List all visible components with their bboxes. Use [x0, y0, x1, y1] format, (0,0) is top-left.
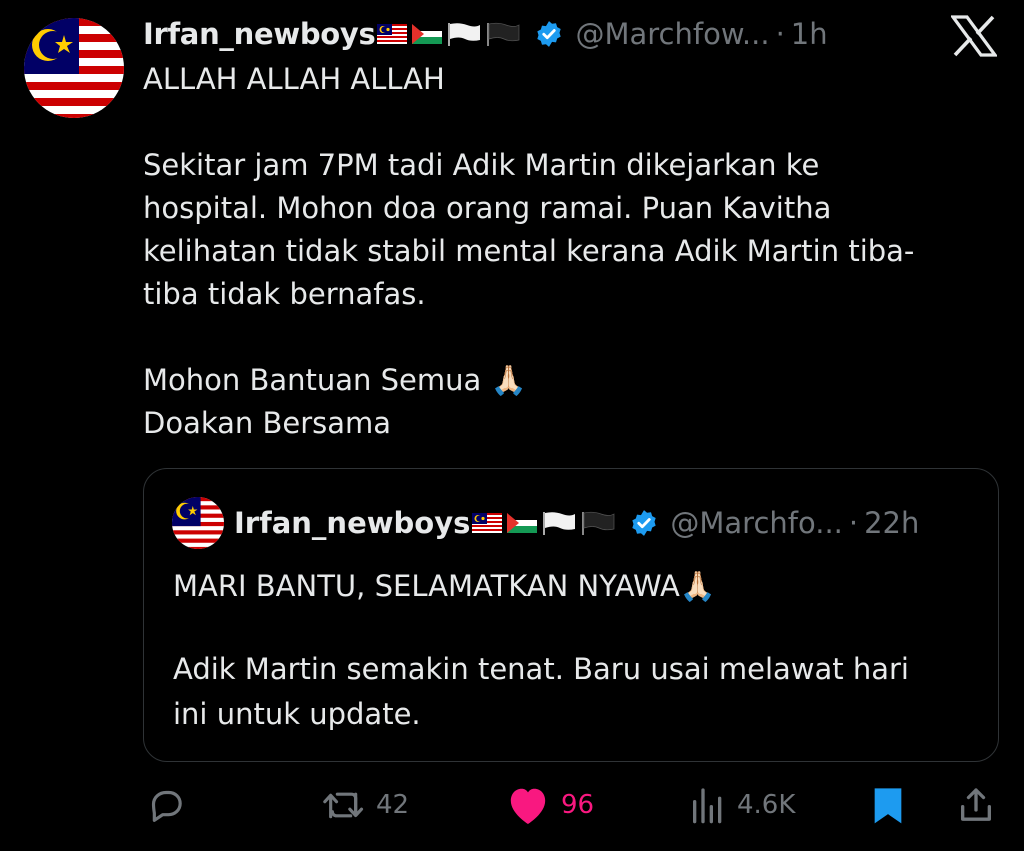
tweet-line: hospital. Mohon doa orang ramai. Puan Ka…: [143, 191, 832, 225]
bookmark-filled-icon: [874, 788, 902, 824]
tweet-line: tiba tidak bernafas.: [143, 277, 426, 311]
views-count: 4.6K: [737, 790, 796, 820]
quoted-author-name[interactable]: Irfan_newboys: [234, 506, 470, 540]
like-count: 96: [561, 790, 595, 820]
reply-icon: [151, 790, 182, 822]
author-handle[interactable]: @Marchfow...: [575, 17, 769, 51]
tweet-time[interactable]: 1h: [791, 17, 828, 51]
tweet-line: ALLAH ALLAH ALLAH: [143, 62, 445, 96]
share-button[interactable]: [957, 780, 995, 830]
white-flag-icon: [543, 512, 576, 535]
malaysia-flag-icon: [377, 24, 408, 44]
verified-badge-icon: [632, 510, 657, 536]
palestine-flag-icon: [507, 513, 538, 533]
white-flag-icon: [448, 23, 481, 46]
tweet-header: Irfan_newboys @Marchfow... · 1h: [143, 14, 828, 54]
quoted-tweet-body: MARI BANTU, SELAMATKAN NYAWA🙏🏻 Adik Mart…: [173, 564, 973, 737]
tweet-body: ALLAH ALLAH ALLAH Sekitar jam 7PM tadi A…: [143, 58, 983, 445]
separator-dot: ·: [848, 506, 859, 540]
quoted-tweet-card[interactable]: Irfan_newboys @Marchfo... · 22h MARI BAN…: [143, 468, 999, 762]
quoted-tweet-time[interactable]: 22h: [864, 506, 919, 540]
author-name[interactable]: Irfan_newboys: [143, 17, 376, 51]
heart-filled-icon: [510, 788, 546, 825]
retweet-count: 42: [376, 790, 410, 820]
quoted-tweet-line: ini untuk update.: [173, 697, 421, 731]
retweet-button[interactable]: 42: [322, 780, 409, 830]
tweet-action-bar: 42 96 4.6K: [0, 780, 1024, 830]
views-bar-chart-icon: [693, 788, 722, 824]
palestine-flag-icon: [412, 24, 443, 44]
reply-button[interactable]: [146, 780, 186, 830]
quoted-tweet-header: Irfan_newboys @Marchfo... · 22h: [172, 497, 919, 549]
quoted-tweet-line: MARI BANTU, SELAMATKAN NYAWA🙏🏻: [173, 569, 716, 603]
tweet-line: Sekitar jam 7PM tadi Adik Martin dikejar…: [143, 148, 820, 182]
bookmark-button[interactable]: [870, 780, 906, 830]
malaysia-flag-icon: [472, 513, 503, 533]
flag-emojis: [472, 511, 620, 535]
tweet-line: Mohon Bantuan Semua 🙏🏻: [143, 363, 527, 397]
tweet-line: kelihatan tidak stabil mental kerana Adi…: [143, 234, 915, 268]
black-flag-icon: [582, 511, 615, 535]
quoted-author-handle[interactable]: @Marchfo...: [670, 506, 843, 540]
separator-dot: ·: [775, 17, 785, 51]
author-avatar[interactable]: [24, 18, 124, 118]
tweet-line: Doakan Bersama: [143, 406, 392, 440]
verified-badge-icon: [537, 21, 562, 47]
x-logo-icon[interactable]: [951, 15, 997, 57]
share-icon: [961, 788, 991, 821]
quoted-author-avatar[interactable]: [172, 497, 224, 549]
quoted-tweet-line: Adik Martin semakin tenat. Baru usai mel…: [173, 652, 909, 686]
flag-emojis: [377, 22, 525, 46]
black-flag-icon: [487, 22, 520, 46]
views-button[interactable]: 4.6K: [689, 780, 795, 830]
like-button[interactable]: 96: [505, 780, 594, 830]
retweet-icon: [323, 792, 364, 819]
